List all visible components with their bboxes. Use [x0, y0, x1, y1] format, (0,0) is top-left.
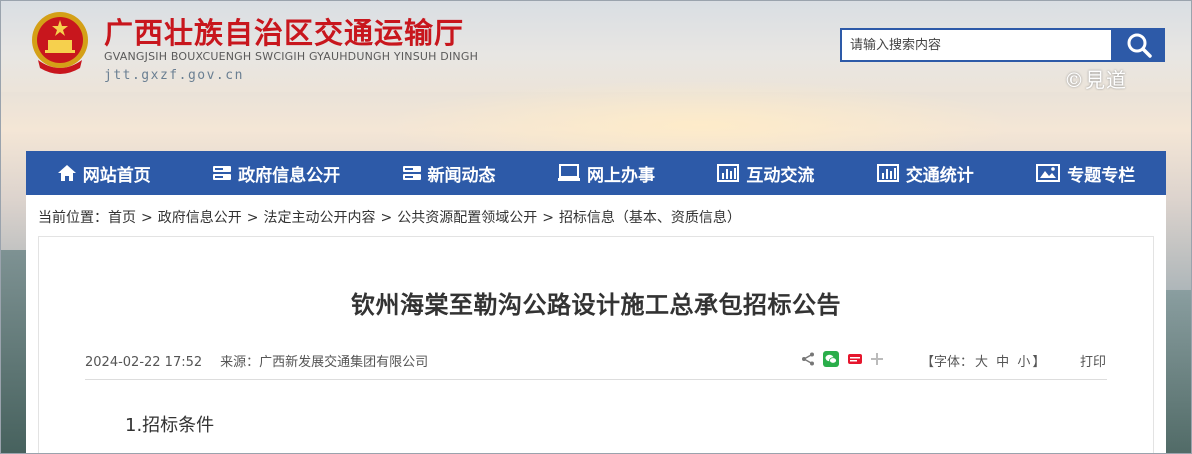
article-panel: 钦州海棠至勒沟公路设计施工总承包招标公告 2024-02-22 17:52 来源：…	[38, 236, 1154, 454]
article-date: 2024-02-22 17:52	[85, 355, 203, 370]
nav-item-news[interactable]: 新闻动态	[402, 161, 496, 186]
font-size-large[interactable]: 大	[975, 355, 988, 370]
share-bar	[801, 351, 883, 367]
national-emblem-icon	[32, 12, 88, 74]
article-title: 钦州海棠至勒沟公路设计施工总承包招标公告	[351, 291, 841, 319]
breadcrumb-item-home[interactable]: 首页	[108, 210, 136, 226]
nav-item-interaction[interactable]: 互动交流	[716, 161, 814, 186]
font-size-small[interactable]: 小	[1017, 355, 1030, 370]
breadcrumb-item-gov-info[interactable]: 政府信息公开	[158, 210, 242, 226]
nav-item-gov-info[interactable]: 政府信息公开	[212, 161, 340, 186]
article-source: 来源：广西新发展交通集团有限公司	[220, 355, 429, 370]
wechat-icon[interactable]	[823, 351, 839, 367]
nav-label: 网站首页	[82, 165, 151, 186]
nav-label: 交通统计	[905, 165, 974, 186]
font-size-suffix: 】	[1032, 355, 1046, 370]
font-size-control: 【字体：大 中 小】	[921, 351, 1045, 370]
image-icon	[1036, 164, 1061, 182]
font-size-prefix: 【字体：	[921, 355, 974, 370]
nav-item-special-topics[interactable]: 专题专栏	[1035, 161, 1135, 186]
font-size-medium[interactable]: 中	[996, 355, 1009, 370]
breadcrumb-separator: >	[246, 210, 259, 226]
search-input[interactable]	[840, 28, 1113, 62]
nav-item-home[interactable]: 网站首页	[57, 161, 151, 186]
nav-item-statistics[interactable]: 交通统计	[876, 161, 974, 186]
site-title: 广西壮族自治区交通运输厅	[104, 16, 465, 50]
monitor-icon	[557, 164, 580, 181]
search-button[interactable]	[1113, 28, 1165, 62]
breadcrumb-separator: >	[141, 210, 153, 226]
plus-icon[interactable]	[871, 353, 883, 365]
bar-chart-icon	[876, 164, 899, 182]
bar-chart-icon	[717, 164, 740, 182]
home-icon	[57, 165, 76, 181]
site-subtitle: GVANGJSIH BOUXCUENGH SWCIGIH GYAUHDUNGH …	[104, 50, 479, 63]
nav-label: 政府信息公开	[238, 165, 341, 186]
breadcrumb-item-bidding-info[interactable]: 招标信息（基本、资质信息）	[559, 210, 741, 226]
breadcrumb-prefix: 当前位置：	[38, 210, 108, 226]
divider	[85, 379, 1107, 380]
breadcrumb-item-public-resources[interactable]: 公共资源配置领域公开	[397, 210, 537, 226]
site-url[interactable]: jtt.gxzf.gov.cn	[104, 68, 244, 83]
breadcrumb-separator: >	[542, 210, 554, 226]
weibo-icon[interactable]	[847, 351, 863, 367]
nav-label: 互动交流	[746, 165, 815, 186]
main-nav: 网站首页 政府信息公开 新闻动态 网上办事 互动交流 交通统计 专题专栏	[26, 151, 1166, 195]
nav-label: 网上办事	[586, 165, 655, 186]
watermark: ©見道	[1064, 68, 1127, 92]
nav-label: 专题专栏	[1067, 165, 1136, 186]
nav-item-online-services[interactable]: 网上办事	[557, 161, 655, 186]
share-icon[interactable]	[801, 352, 815, 366]
server-icon	[402, 166, 421, 180]
print-button[interactable]: 打印	[1080, 351, 1106, 370]
search-icon	[1127, 33, 1152, 58]
section-heading: 1.招标条件	[125, 415, 215, 436]
nav-label: 新闻动态	[427, 165, 496, 186]
article-meta: 2024-02-22 17:52 来源：广西新发展交通集团有限公司	[85, 351, 428, 370]
breadcrumb: 当前位置：首页 > 政府信息公开 > 法定主动公开内容 > 公共资源配置领域公开 > 招标信息（…	[38, 207, 741, 227]
server-icon	[213, 166, 232, 180]
breadcrumb-item-statutory[interactable]: 法定主动公开内容	[263, 210, 375, 226]
breadcrumb-separator: >	[380, 210, 393, 226]
